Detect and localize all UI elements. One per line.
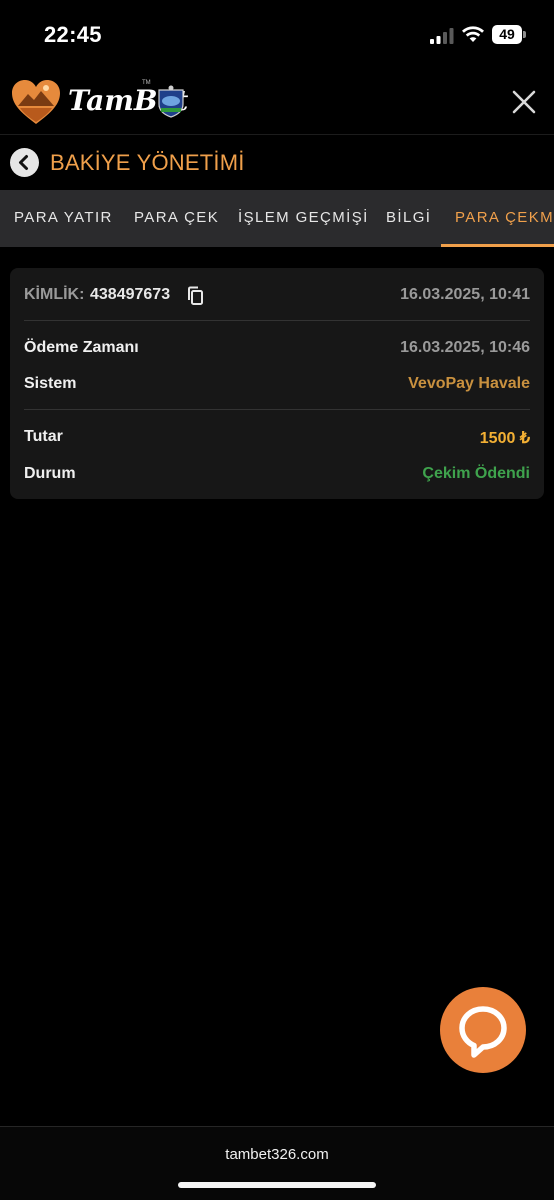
battery-level: 49: [492, 25, 522, 44]
system-row: Sistem VevoPay Havale: [24, 375, 530, 397]
home-indicator: [178, 1182, 376, 1188]
amount-value: 1500 ₺: [479, 430, 530, 447]
chevron-left-icon: [19, 155, 28, 170]
url-label[interactable]: tambet326.com: [0, 1146, 554, 1163]
status-row: Durum Çekim Ödendi: [24, 465, 530, 487]
payment-time-label: Ödeme Zamanı: [24, 339, 139, 356]
tab-deposit[interactable]: PARA YATIR: [14, 190, 113, 247]
transaction-created-at: 16.03.2025, 10:41: [400, 286, 530, 303]
system-value: VevoPay Havale: [408, 375, 530, 392]
active-tab-indicator: [441, 244, 554, 247]
payment-time-row: Ödeme Zamanı 16.03.2025, 10:46: [24, 339, 530, 361]
amount-row: Tutar 1500 ₺: [24, 428, 530, 450]
wifi-icon: [462, 26, 484, 42]
status-bar: 22:45 49: [0, 0, 554, 70]
heart-landscape-icon: [12, 80, 60, 124]
cellular-signal-icon: [430, 28, 454, 44]
tab-history[interactable]: İŞLEM GEÇMİŞİ: [238, 190, 369, 247]
page-title-row: BAKİYE YÖNETİMİ: [0, 136, 554, 190]
divider: [24, 409, 530, 410]
divider: [24, 320, 530, 321]
transaction-card: KİMLİK: 438497673 16.03.2025, 10:41 Ödem…: [10, 268, 544, 499]
amount-label: Tutar: [24, 428, 63, 445]
close-icon[interactable]: [510, 88, 538, 116]
trademark: TM: [142, 80, 151, 86]
page-title: BAKİYE YÖNETİMİ: [50, 150, 245, 175]
status-value: Çekim Ödendi: [422, 465, 530, 482]
system-label: Sistem: [24, 375, 77, 392]
browser-bottom-bar: tambet326.com: [0, 1126, 554, 1200]
chat-bubble-icon: [459, 1006, 507, 1058]
back-button[interactable]: [10, 148, 39, 177]
partner-badge-icon: [158, 85, 184, 118]
tab-withdraw[interactable]: PARA ÇEK: [134, 190, 219, 247]
battery-icon: 49: [492, 25, 526, 44]
copy-icon[interactable]: [187, 286, 205, 306]
transaction-id-value: 438497673: [90, 286, 171, 303]
tab-withdrawals[interactable]: PARA ÇEKME: [455, 190, 554, 247]
transaction-id-row: KİMLİK: 438497673 16.03.2025, 10:41: [24, 286, 530, 308]
payment-time-value: 16.03.2025, 10:46: [400, 339, 530, 356]
tab-bar: PARA YATIR PARA ÇEK İŞLEM GEÇMİŞİ BİLGİ …: [0, 190, 554, 247]
app-header: TamBet TM: [0, 70, 554, 135]
status-time: 22:45: [44, 22, 102, 47]
live-chat-button[interactable]: [440, 987, 526, 1073]
tab-info[interactable]: BİLGİ: [386, 190, 431, 247]
transaction-id-label: KİMLİK:: [24, 286, 85, 303]
status-label: Durum: [24, 465, 76, 482]
